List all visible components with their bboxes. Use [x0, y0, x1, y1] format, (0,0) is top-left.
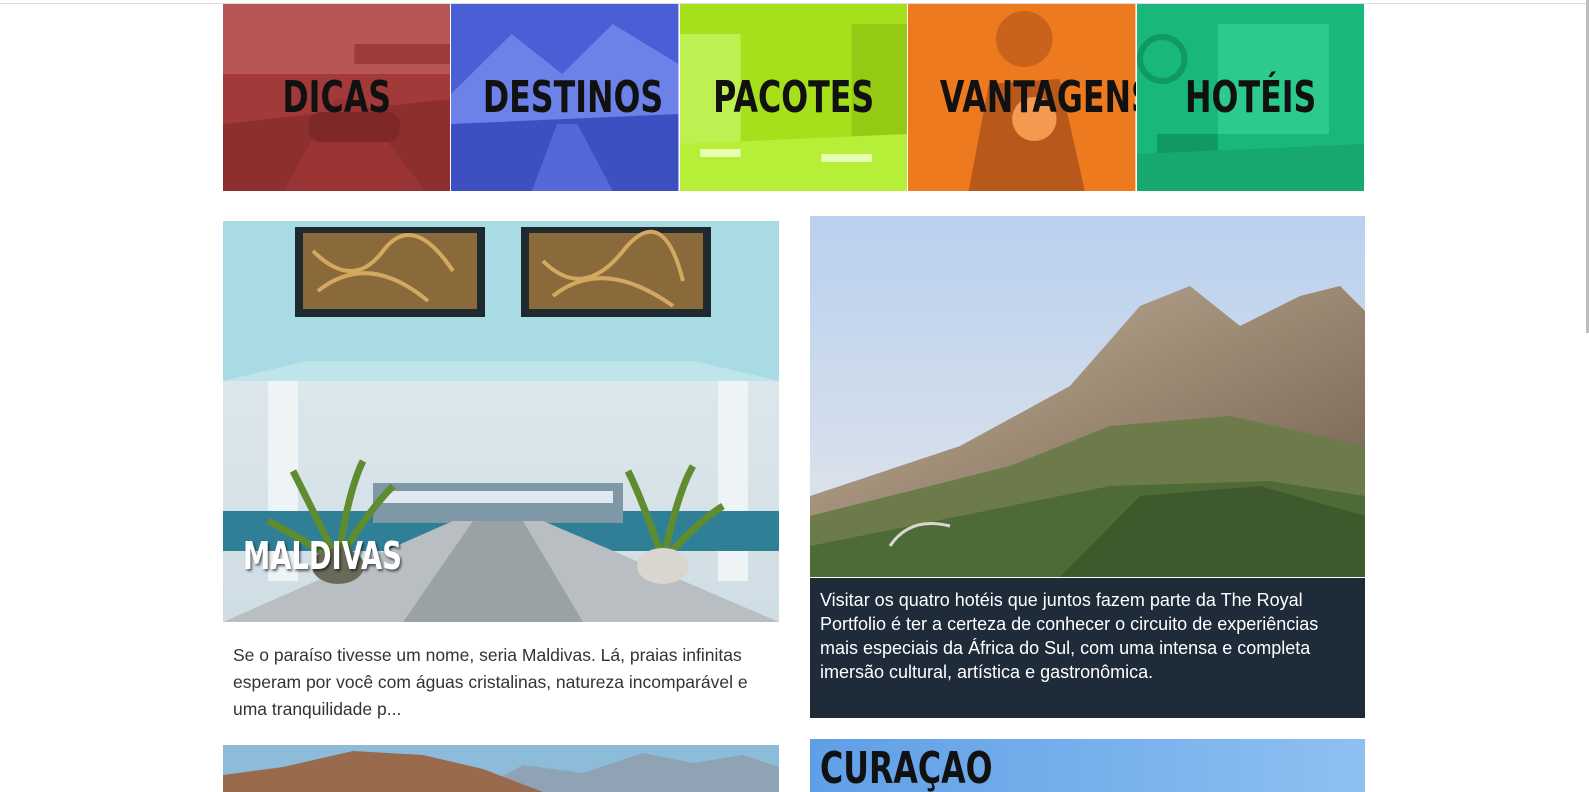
article-card-maldivas[interactable]: MALDIVAS: [223, 221, 779, 622]
mountain-valley-image: [810, 216, 1365, 577]
category-tile-vantagens[interactable]: VANTAGENS: [908, 4, 1137, 191]
category-label: VANTAGENS: [940, 71, 1137, 123]
category-label: PACOTES: [712, 71, 875, 123]
article-card-royal-portfolio[interactable]: [810, 216, 1365, 577]
article-card-desert[interactable]: [223, 745, 779, 792]
category-label: DICAS: [282, 71, 392, 123]
desert-mountains-image: [223, 745, 779, 792]
article-excerpt: Se o paraíso tivesse um nome, seria Mald…: [233, 645, 748, 719]
category-tile-hoteis[interactable]: HOTÉIS: [1136, 4, 1365, 191]
category-label: DESTINOS: [483, 71, 664, 123]
category-tile-dicas[interactable]: DICAS: [223, 4, 452, 191]
article-caption: Visitar os quatro hotéis que juntos faze…: [810, 578, 1365, 718]
category-label: HOTÉIS: [1184, 71, 1316, 123]
category-tile-destinos[interactable]: DESTINOS: [451, 4, 680, 191]
article-title: CURAÇAO: [820, 743, 993, 792]
article-card-curacao[interactable]: CURAÇAO: [810, 739, 1365, 792]
article-title: MALDIVAS: [243, 534, 402, 578]
category-tile-pacotes[interactable]: PACOTES: [679, 4, 909, 191]
category-nav: DICAS DESTINOS PACOTES VANTAGENS HOTÉIS: [223, 4, 1365, 191]
